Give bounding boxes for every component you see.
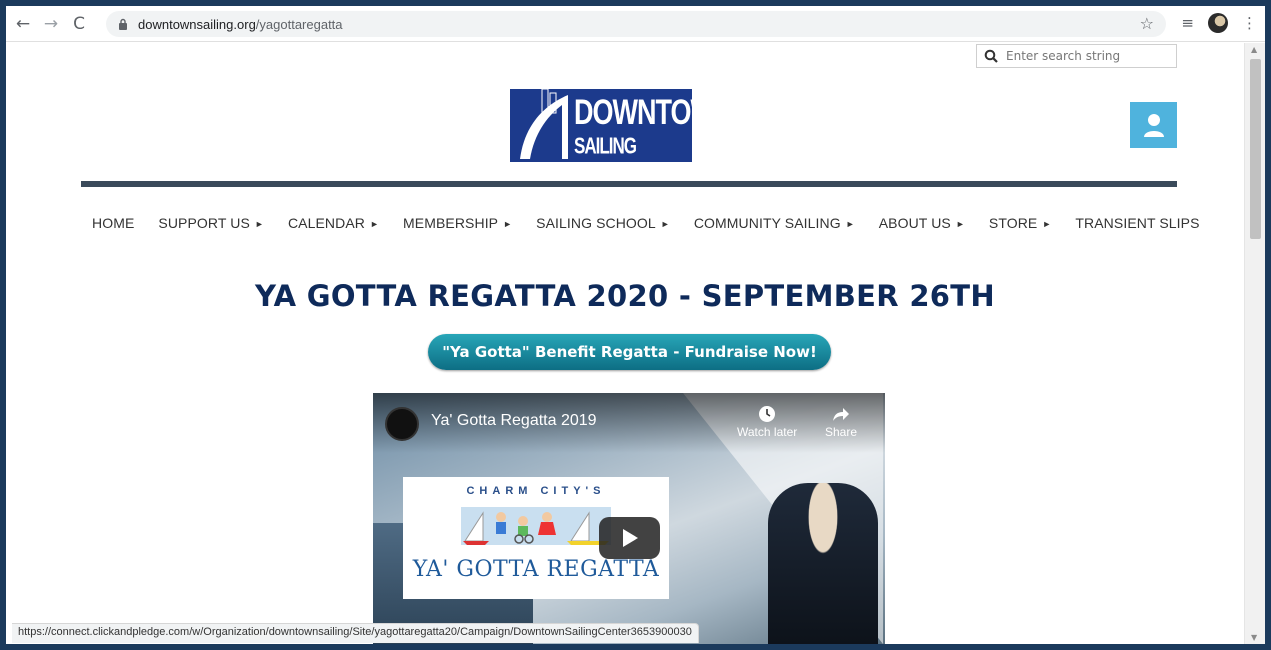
reload-button[interactable]: C (68, 13, 90, 35)
scroll-up-icon[interactable]: ▲ (1251, 45, 1257, 54)
promo-subtitle: CHARM CITY'S (466, 485, 606, 497)
link-status-bar: https://connect.clickandpledge.com/w/Org… (12, 623, 699, 643)
search-icon (984, 49, 998, 63)
nav-item-store[interactable]: STORE ► (989, 215, 1052, 231)
nav-item-calendar[interactable]: CALENDAR ► (288, 215, 379, 231)
fundraise-button[interactable]: "Ya Gotta" Benefit Regatta - Fundraise N… (428, 334, 831, 370)
share-icon (833, 408, 850, 421)
profile-avatar-icon[interactable] (1208, 13, 1228, 33)
reload-icon: C (73, 13, 85, 34)
media-control-icon[interactable]: ≡ (1181, 14, 1194, 32)
submenu-arrow-icon: ► (955, 219, 965, 229)
nav-label: COMMUNITY SAILING (693, 215, 841, 231)
nav-label: ABOUT US (878, 215, 951, 231)
header-divider (81, 181, 1177, 187)
watch-later-button[interactable]: Watch later (737, 405, 797, 439)
lock-icon (116, 17, 130, 31)
submenu-arrow-icon: ► (503, 219, 513, 229)
toolbar-right: ≡ ⋮ (1181, 13, 1257, 33)
browser-menu-icon[interactable]: ⋮ (1242, 14, 1257, 32)
url-path: /yagottaregatta (255, 16, 343, 32)
nav-item-sailing-school[interactable]: SAILING SCHOOL ► (536, 215, 670, 231)
nav-item-about-us[interactable]: ABOUT US ► (879, 215, 965, 231)
nav-item-membership[interactable]: MEMBERSHIP ► (403, 215, 512, 231)
submenu-arrow-icon: ► (1042, 219, 1052, 229)
submenu-arrow-icon: ► (369, 219, 379, 229)
account-button[interactable] (1130, 102, 1177, 148)
browser-window: ← → C downtownsailing.org/yagottaregatta… (6, 6, 1265, 644)
channel-avatar-icon[interactable] (385, 407, 419, 441)
nav-item-transient-slips[interactable]: TRANSIENT SLIPS (1075, 215, 1199, 231)
address-bar[interactable]: downtownsailing.org/yagottaregatta ☆ (106, 11, 1166, 37)
url-domain: downtownsailing.org (138, 16, 256, 32)
nav-label: TRANSIENT SLIPS (1075, 215, 1200, 231)
scroll-down-icon[interactable]: ▼ (1251, 633, 1257, 642)
clock-icon (759, 406, 776, 422)
watch-later-label: Watch later (737, 425, 798, 439)
video-title[interactable]: Ya' Gotta Regatta 2019 (431, 412, 597, 430)
submenu-arrow-icon: ► (254, 219, 264, 229)
back-button[interactable]: ← (12, 13, 34, 35)
url-text: downtownsailing.org/yagottaregatta (138, 17, 343, 32)
scroll-thumb[interactable] (1250, 59, 1261, 239)
page-scrollbar[interactable]: ▲ ▼ (1244, 43, 1265, 644)
play-icon (622, 529, 638, 547)
forward-arrow-icon: → (43, 13, 59, 34)
nav-label: SAILING SCHOOL (536, 215, 656, 231)
main-nav: HOME SUPPORT US ► CALENDAR ► MEMBERSHIP ► S… (92, 215, 1224, 231)
bookmark-star-icon[interactable]: ☆ (1140, 14, 1154, 33)
sailboat-logo-icon (520, 89, 568, 159)
kids-sailboats-icon (461, 507, 611, 545)
nav-label: MEMBERSHIP (403, 215, 499, 231)
video-embed[interactable]: Ya' Gotta Regatta 2019 Watch later Share… (373, 393, 885, 644)
forward-button[interactable]: → (40, 13, 62, 35)
share-label: Share (825, 425, 858, 439)
play-button[interactable] (599, 517, 660, 559)
share-button[interactable]: Share (825, 405, 857, 439)
logo-line-2: SAILING CENTER (574, 133, 639, 162)
video-sailor (768, 483, 878, 644)
site-logo[interactable]: DOWNTOWN SAILING CENTER (510, 89, 692, 162)
submenu-arrow-icon: ► (845, 219, 855, 229)
browser-toolbar: ← → C downtownsailing.org/yagottaregatta… (6, 6, 1265, 42)
nav-item-home[interactable]: HOME (92, 215, 134, 231)
nav-label: STORE (988, 215, 1038, 231)
promo-title: YA' GOTTA REGATTA (412, 557, 660, 582)
nav-item-support-us[interactable]: SUPPORT US ► (158, 215, 264, 231)
nav-label: CALENDAR (287, 215, 365, 231)
nav-item-community-sailing[interactable]: COMMUNITY SAILING ► (694, 215, 855, 231)
page-title: YA GOTTA REGATTA 2020 - SEPTEMBER 26TH (255, 279, 995, 313)
submenu-arrow-icon: ► (660, 219, 670, 229)
nav-label: HOME (92, 215, 135, 231)
web-page: DOWNTOWN SAILING CENTER HOME SUPPORT US ►… (6, 43, 1244, 644)
logo-line-1: DOWNTOWN (574, 93, 692, 132)
nav-label: SUPPORT US (158, 215, 250, 231)
site-search[interactable] (976, 44, 1177, 68)
search-input[interactable] (1006, 49, 1166, 63)
user-icon (1143, 114, 1164, 137)
back-arrow-icon: ← (15, 13, 31, 34)
